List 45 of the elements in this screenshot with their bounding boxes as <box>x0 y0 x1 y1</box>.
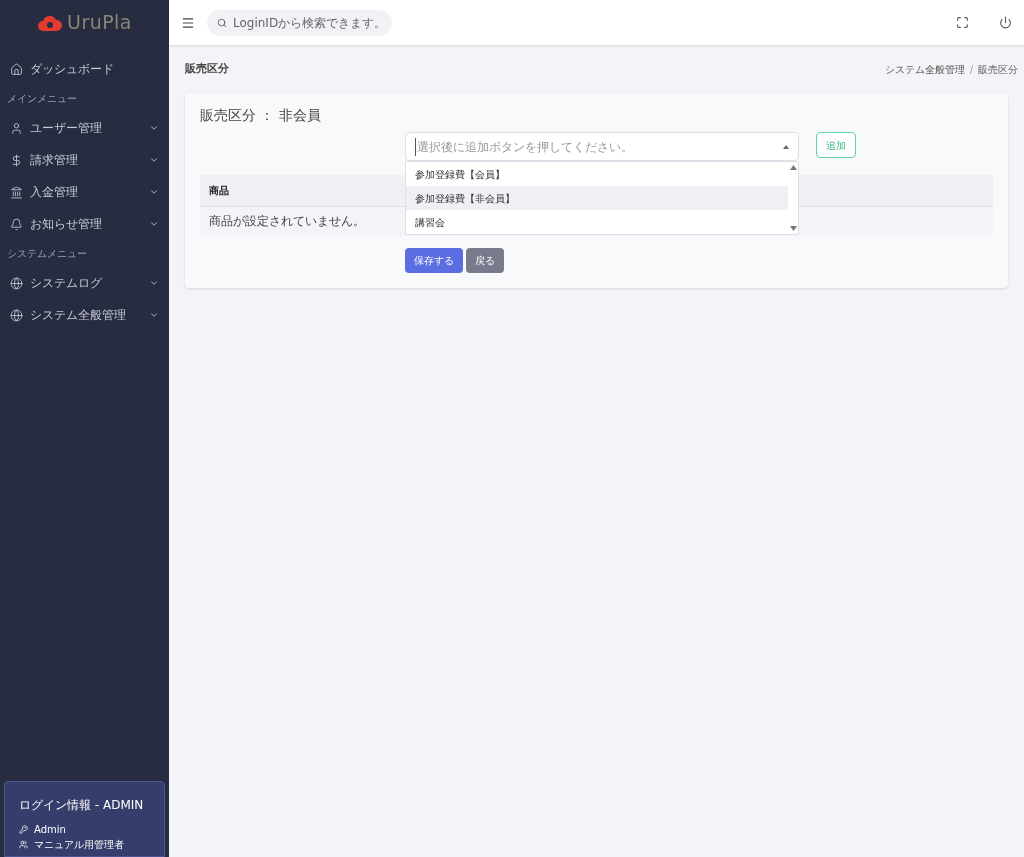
fullscreen-icon[interactable] <box>956 16 969 29</box>
user-role: マニュアル用管理者 <box>34 838 124 852</box>
dollar-icon <box>10 153 23 167</box>
scroll-down-icon[interactable] <box>789 226 797 231</box>
search-icon <box>217 17 227 28</box>
brand-name: UruPla <box>67 10 132 36</box>
key-icon <box>19 825 28 834</box>
dropdown-option[interactable]: 参加登録費【非会員】 <box>406 186 788 210</box>
user-icon <box>10 121 23 135</box>
save-button[interactable]: 保存する <box>405 248 463 273</box>
sidebar-item[interactable]: システム全般管理 <box>0 299 169 331</box>
breadcrumb-item[interactable]: システム全般管理 <box>884 61 965 77</box>
bank-icon <box>10 185 23 199</box>
chevron-icon <box>149 187 159 197</box>
power-icon[interactable] <box>999 16 1012 29</box>
caret-icon <box>783 144 789 149</box>
card-title: 販売区分 ： 非会員 <box>200 106 322 125</box>
breadcrumb-item: 販売区分 <box>978 62 1018 77</box>
menu-section-heading: メインメニュー <box>6 92 78 106</box>
globe-icon <box>10 276 23 290</box>
back-button[interactable]: 戻る <box>466 248 504 273</box>
chevron-icon <box>149 310 159 320</box>
menu-icon[interactable] <box>181 15 195 30</box>
menu-section-heading: システムメニュー <box>6 247 88 261</box>
select-placeholder: 選択後に追加ボタンを押してください。 <box>415 137 783 156</box>
chevron-icon <box>149 123 159 133</box>
chevron-icon <box>149 278 159 288</box>
page-title: 販売区分 <box>185 60 229 77</box>
chevron-icon <box>149 155 159 165</box>
chevron-icon <box>149 219 159 229</box>
sidebar-item[interactable]: ダッシュボード <box>0 53 169 85</box>
sidebar-item[interactable]: 入金管理 <box>0 176 169 208</box>
sidebar-item[interactable]: ユーザー管理 <box>0 112 169 144</box>
globe-icon <box>10 308 23 322</box>
login-info-title: ログイン情報 - ADMIN <box>19 797 145 814</box>
search-field[interactable]: LoginIDから検索できます。 <box>207 9 392 36</box>
users-icon <box>19 840 28 849</box>
sidebar-item[interactable]: お知らせ管理 <box>0 208 169 240</box>
scroll-up-icon[interactable] <box>789 165 797 170</box>
sidebar-item[interactable]: システムログ <box>0 267 169 299</box>
user-name: Admin <box>34 823 66 837</box>
sidebar-item[interactable]: 請求管理 <box>0 144 169 176</box>
bell-icon <box>10 217 23 231</box>
home-icon <box>10 62 23 76</box>
breadcrumb-separator: / <box>969 62 973 77</box>
